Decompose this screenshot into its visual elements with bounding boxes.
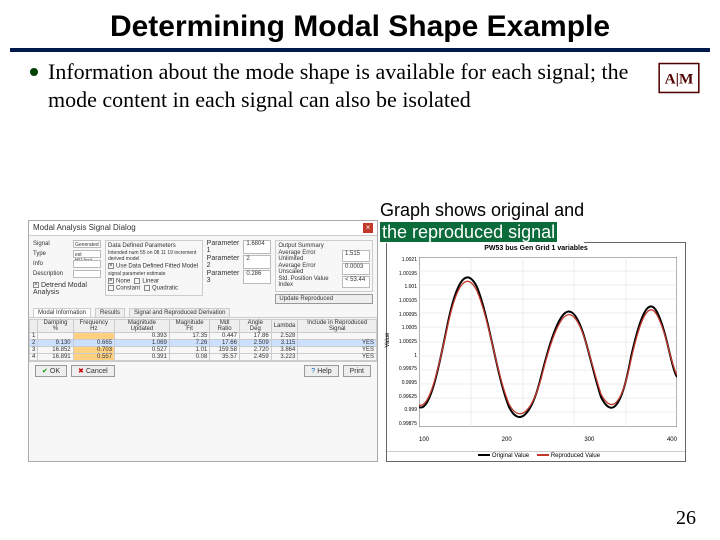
chart-title: PW53 bus Gen Grid 1 variables [387, 245, 685, 252]
slide-title: Determining Modal Shape Example [30, 10, 690, 44]
chart-legend: Original Value Reproduced Value [387, 451, 685, 459]
title-rule [10, 48, 710, 52]
modal-analysis-dialog: Modal Analysis Signal Dialog × SignalGen… [28, 220, 378, 462]
y-ticks: 1.00211.001951.0011.001051.000951.00051.… [389, 257, 417, 427]
update-button[interactable]: Update Reproduced [275, 294, 373, 304]
dialog-tabs: Modal Information Results Signal and Rep… [29, 308, 377, 318]
type-field[interactable]: est [73, 250, 101, 258]
signal-chart: PW53 bus Gen Grid 1 variables Value 1.00… [386, 242, 686, 462]
dialog-title: Modal Analysis Signal Dialog [33, 223, 136, 233]
ok-button[interactable]: ✔OK [35, 365, 67, 377]
print-button[interactable]: Print [343, 365, 371, 377]
tab-signal[interactable]: Signal and Reproduced Derivation [129, 308, 230, 317]
tab-modal-info[interactable]: Modal Information [33, 308, 91, 317]
atm-logo: A|M [656, 62, 702, 99]
detrend-checkbox[interactable] [33, 282, 39, 288]
bullet-text: Information about the mode shape is avai… [48, 58, 690, 113]
close-icon[interactable]: × [363, 223, 373, 233]
chart-caption: Graph shows original and the reproduced … [380, 200, 584, 243]
help-button[interactable]: ?Help [304, 365, 338, 377]
page-number: 26 [676, 507, 696, 530]
bullet-dot [30, 68, 38, 76]
chart-plot [419, 257, 677, 427]
cancel-button[interactable]: ✖Cancel [71, 365, 115, 377]
tab-results[interactable]: Results [95, 308, 125, 317]
x-ticks: 100200300400 [419, 437, 677, 443]
svg-text:A|M: A|M [665, 70, 694, 87]
signal-field[interactable]: Generated 53 T11/5 HV (pu) [73, 240, 101, 248]
modes-table: Damping %Frequency HzMagnitude UpdatedMa… [29, 319, 377, 361]
